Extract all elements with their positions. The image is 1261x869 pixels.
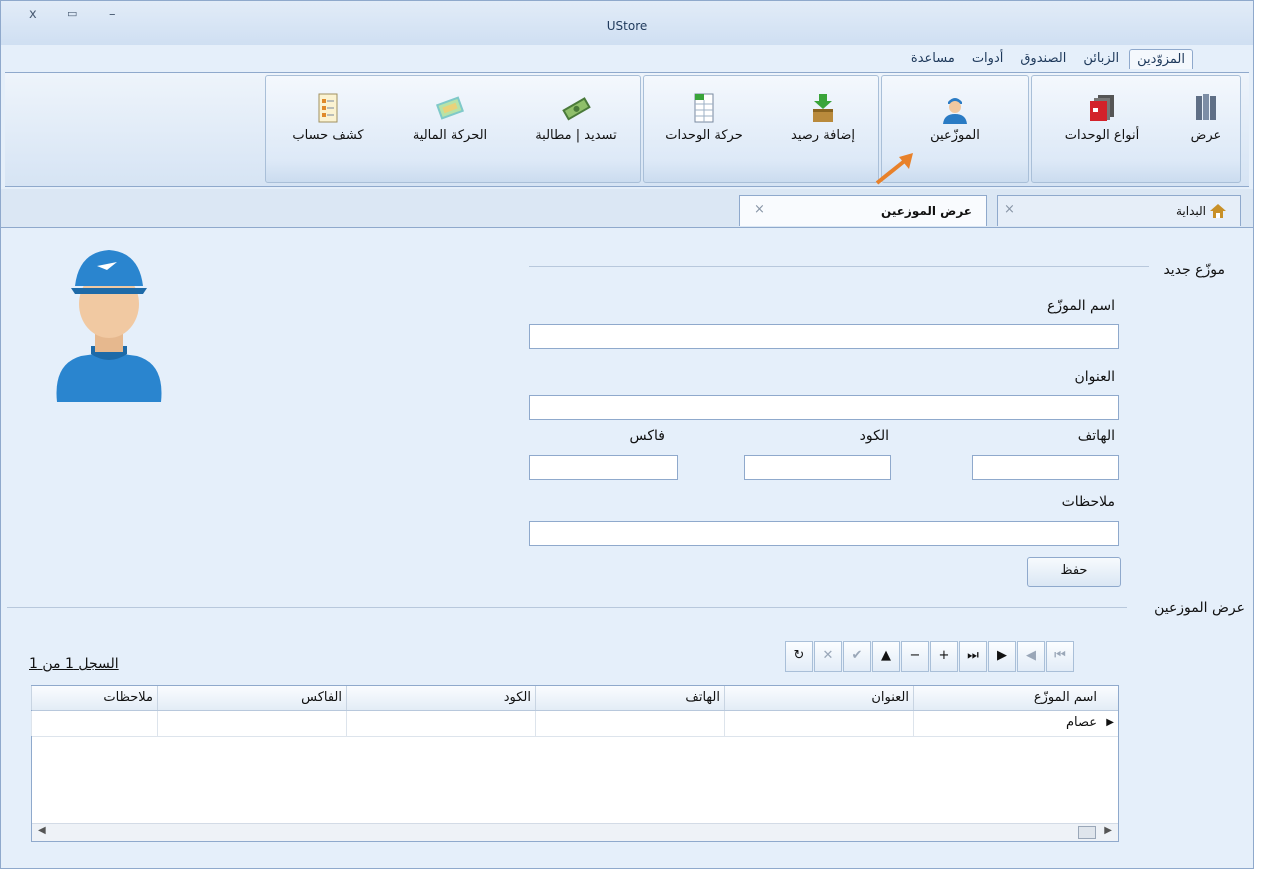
column-header-code[interactable]: الكود xyxy=(346,686,535,710)
document-list-icon xyxy=(318,93,338,123)
row-indicator-icon: ▶ xyxy=(1106,717,1114,728)
distributor-name-input[interactable] xyxy=(529,324,1119,349)
close-icon[interactable]: × xyxy=(754,202,765,217)
column-header-address[interactable]: العنوان xyxy=(724,686,913,710)
tab-distributors[interactable]: المزوّدين xyxy=(1129,49,1193,69)
first-record-button[interactable]: ⏮ xyxy=(1046,641,1074,672)
tab-customers[interactable]: الزبائن xyxy=(1076,49,1126,69)
grid-header: اسم الموزّع العنوان الهاتف الكود الفاكس … xyxy=(31,686,1118,711)
title-bar: x ▭ – UStore xyxy=(1,1,1253,45)
ribbon-group-finance: تسديد | مطالبة الحركة المالية كشف حساب xyxy=(265,75,641,183)
scroll-thumb[interactable] xyxy=(1078,826,1096,839)
record-navigator: ↻ ✕ ✔ ▲ − + ⏭ ▶ ◀ ⏮ xyxy=(785,641,1074,672)
window-title: UStore xyxy=(606,19,648,33)
distributors-grid[interactable]: اسم الموزّع العنوان الهاتف الكود الفاكس … xyxy=(31,685,1119,842)
ribbon-group-units: عرض أنواع الوحدات xyxy=(1031,75,1241,183)
new-distributor-section-title: موزّع جديد xyxy=(1163,262,1225,278)
pointer-arrow-icon xyxy=(875,153,913,185)
notes-input[interactable] xyxy=(529,521,1119,546)
refresh-button[interactable]: ↻ xyxy=(785,641,813,672)
edit-record-button[interactable]: ▲ xyxy=(872,641,900,672)
tab-help[interactable]: مساعدة xyxy=(904,49,962,69)
payment-claim-button[interactable]: تسديد | مطالبة xyxy=(520,92,632,143)
save-button[interactable]: حفظ xyxy=(1027,557,1121,587)
cell-address[interactable] xyxy=(724,711,913,736)
address-input[interactable] xyxy=(529,395,1119,420)
scroll-left-icon[interactable]: ◀ xyxy=(38,825,46,836)
document-tabs: البداية × عرض الموزعين × xyxy=(1,189,1253,228)
next-record-button[interactable]: ▶ xyxy=(988,641,1016,672)
code-label: الكود xyxy=(859,428,889,444)
spreadsheet-icon xyxy=(694,93,714,123)
add-balance-button[interactable]: إضافة رصيد xyxy=(778,92,868,143)
content-area: موزّع جديد اسم الموزّع العنوان الهاتف ال… xyxy=(1,228,1253,868)
table-row[interactable]: ▶ عصام xyxy=(31,711,1118,737)
section-divider xyxy=(7,607,1127,608)
doc-tab-home[interactable]: البداية × xyxy=(997,195,1241,226)
horizontal-scrollbar[interactable]: ◀ ▶ xyxy=(32,823,1118,841)
code-input[interactable] xyxy=(744,455,891,480)
doc-tab-distributors-label: عرض الموزعين xyxy=(881,204,972,218)
scroll-right-icon[interactable]: ▶ xyxy=(1104,825,1112,836)
distributors-button[interactable]: الموزّعين xyxy=(912,92,998,143)
cell-notes[interactable] xyxy=(31,711,157,736)
view-button[interactable]: عرض xyxy=(1186,92,1226,143)
address-label: العنوان xyxy=(1074,369,1115,385)
phone-label: الهاتف xyxy=(1077,428,1115,444)
money-icon xyxy=(562,97,591,121)
doc-tab-home-label: البداية xyxy=(1175,204,1206,218)
insert-record-button[interactable]: + xyxy=(930,641,958,672)
close-icon[interactable]: × xyxy=(1004,202,1015,217)
section-divider xyxy=(529,266,1149,267)
prev-record-button[interactable]: ◀ xyxy=(1017,641,1045,672)
ribbon-panel: عرض أنواع الوحدات الموزّعين إضافة رصيد ح… xyxy=(5,72,1249,187)
delete-record-button[interactable]: − xyxy=(901,641,929,672)
column-header-fax[interactable]: الفاكس xyxy=(157,686,346,710)
name-label: اسم الموزّع xyxy=(1047,298,1115,314)
unit-types-button[interactable]: أنواع الوحدات xyxy=(1052,92,1152,143)
add-to-box-icon xyxy=(813,94,833,122)
cancel-edit-button[interactable]: ✕ xyxy=(814,641,842,672)
cell-name[interactable]: عصام xyxy=(913,711,1101,736)
record-position-info: السجل 1 من 1 xyxy=(29,656,119,672)
distributor-avatar xyxy=(56,250,162,402)
notes-label: ملاحظات xyxy=(1061,494,1115,510)
column-header-phone[interactable]: الهاتف xyxy=(535,686,724,710)
server-icon xyxy=(1196,94,1216,120)
cell-fax[interactable] xyxy=(157,711,346,736)
fax-input[interactable] xyxy=(529,455,678,480)
cell-phone[interactable] xyxy=(535,711,724,736)
fax-label: فاكس xyxy=(629,428,665,444)
ribbon-group-balance: إضافة رصيد حركة الوحدات xyxy=(643,75,879,183)
app-window: x ▭ – UStore المزوّدين الزبائن الصندوق أ… xyxy=(0,0,1254,869)
tab-cashbox[interactable]: الصندوق xyxy=(1013,49,1073,69)
home-icon xyxy=(1210,204,1226,218)
distributors-list-section-title: عرض الموزعين xyxy=(1154,600,1245,616)
cell-code[interactable] xyxy=(346,711,535,736)
doc-tab-distributors-view[interactable]: عرض الموزعين × xyxy=(739,195,987,226)
last-record-button[interactable]: ⏭ xyxy=(959,641,987,672)
phone-input[interactable] xyxy=(972,455,1119,480)
units-movement-button[interactable]: حركة الوحدات xyxy=(654,92,754,143)
cards-icon xyxy=(1090,95,1114,121)
ribbon-tabs: المزوّدين الزبائن الصندوق أدوات مساعدة xyxy=(901,49,1193,69)
post-edit-button[interactable]: ✔ xyxy=(843,641,871,672)
tab-tools[interactable]: أدوات xyxy=(965,49,1011,69)
column-header-notes[interactable]: ملاحظات xyxy=(31,686,157,710)
account-statement-button[interactable]: كشف حساب xyxy=(278,92,378,143)
person-icon xyxy=(943,98,967,124)
banknotes-icon xyxy=(435,96,465,120)
financial-movement-button[interactable]: الحركة المالية xyxy=(394,92,506,143)
column-header-name[interactable]: اسم الموزّع xyxy=(913,686,1101,710)
